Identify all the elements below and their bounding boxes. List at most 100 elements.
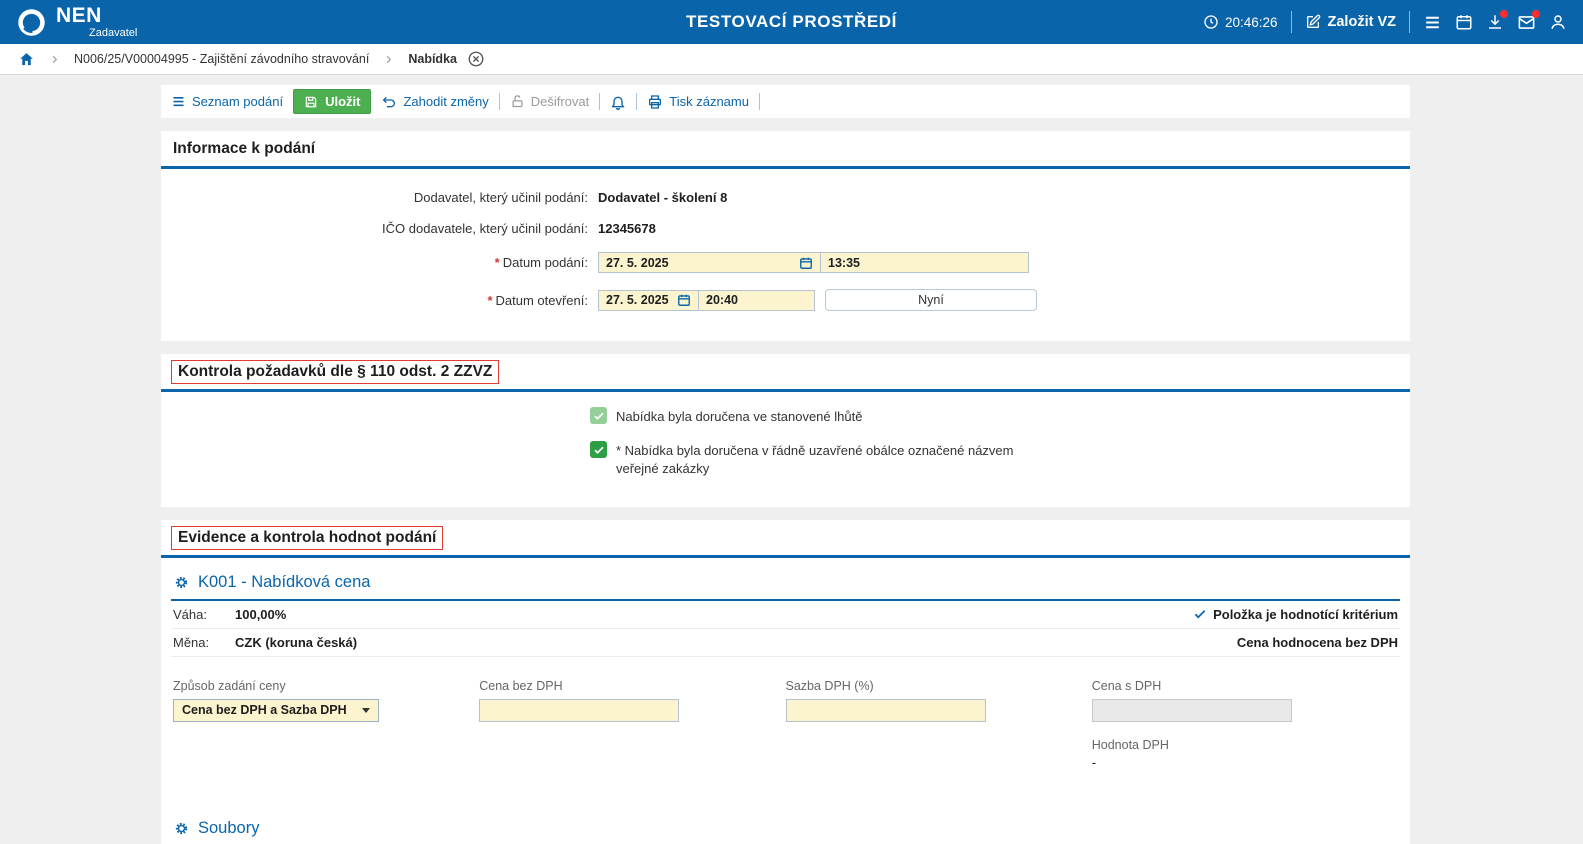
mena-value: CZK (koruna česká): [235, 635, 357, 650]
field-vat-rate: Sazba DPH (%): [786, 679, 1092, 770]
calendar-icon[interactable]: [1455, 13, 1473, 31]
checkbox-label: Nabídka byla doručena ve stanovené lhůtě: [616, 407, 862, 426]
notification-dot: [1500, 10, 1508, 18]
price-with-vat-label: Cena s DPH: [1092, 679, 1398, 693]
session-clock: 20:46:26: [1203, 14, 1278, 30]
undo-icon: [381, 94, 397, 110]
calendar-small-icon[interactable]: [799, 256, 813, 270]
decrypt-button[interactable]: Dešifrovat: [510, 94, 590, 109]
time-opened-input[interactable]: 20:40: [699, 290, 815, 311]
date-submitted-label: *Datum podání:: [161, 255, 598, 270]
calendar-small-icon[interactable]: [677, 293, 691, 307]
section-kontrola-pozadavku: Kontrola požadavků dle § 110 odst. 2 ZZV…: [161, 354, 1410, 507]
checkbox-delivered-on-time[interactable]: [590, 407, 607, 424]
checkbox-label: * Nabídka byla doručena v řádně uzavřené…: [616, 441, 1021, 478]
close-circle-icon[interactable]: [467, 50, 485, 68]
list-icon: [171, 94, 186, 109]
section-title-bar: Evidence a kontrola hodnot podání: [161, 520, 1410, 558]
create-vz-label: Založit VZ: [1328, 14, 1396, 30]
price-mode-label: Způsob zadání ceny: [173, 679, 479, 693]
print-record-button[interactable]: Tisk záznamu: [647, 94, 749, 110]
submissions-list-button[interactable]: Seznam podání: [171, 94, 283, 109]
files-header: Soubory: [171, 816, 1400, 844]
price-without-vat-label: Cena bez DPH: [479, 679, 785, 693]
top-bar: NEN Zadavatel TESTOVACÍ PROSTŘEDÍ 20:46:…: [0, 0, 1583, 44]
price-mode-value: Cena bez DPH a Sazba DPH: [182, 703, 347, 717]
vaha-value: 100,00%: [235, 607, 286, 622]
divider: [636, 93, 637, 110]
time-opened-value: 20:40: [706, 293, 738, 307]
divider: [759, 93, 760, 110]
download-icon[interactable]: [1486, 13, 1504, 31]
price-without-vat-input[interactable]: [479, 699, 679, 722]
create-vz-button[interactable]: Založit VZ: [1305, 14, 1396, 30]
vat-mode-label: Cena hodnocena bez DPH: [1237, 635, 1398, 650]
required-asterisk: *: [495, 255, 500, 270]
check-row-sealed-envelope: * Nabídka byla doručena v řádně uzavřené…: [590, 441, 1410, 478]
menu-icon[interactable]: [1423, 13, 1442, 32]
form-row-supplier: Dodavatel, který učinil podání: Dodavate…: [161, 190, 1410, 205]
required-asterisk: *: [487, 293, 492, 308]
price-with-vat-input: [1092, 699, 1292, 722]
date-submitted-input[interactable]: 27. 5. 2025: [598, 252, 821, 273]
page: NEN Zadavatel TESTOVACÍ PROSTŘEDÍ 20:46:…: [0, 0, 1583, 844]
divider: [1409, 11, 1410, 33]
price-mode-select[interactable]: Cena bez DPH a Sazba DPH: [173, 699, 379, 722]
criterion-badge-label: Položka je hodnotící kritérium: [1213, 607, 1398, 622]
home-icon[interactable]: [18, 51, 35, 68]
supplier-value: Dodavatel - školení 8: [598, 190, 727, 205]
divider: [599, 93, 600, 110]
decrypt-label: Dešifrovat: [531, 94, 590, 109]
ico-value: 12345678: [598, 221, 656, 236]
form-row-ico: IČO dodavatele, který učinil podání: 123…: [161, 221, 1410, 236]
field-price-without-vat: Cena bez DPH: [479, 679, 785, 770]
time-submitted-input[interactable]: 13:35: [821, 252, 1029, 273]
breadcrumb: N006/25/V00004995 - Zajištění závodního …: [0, 44, 1583, 75]
discard-changes-button[interactable]: Zahodit změny: [381, 94, 488, 110]
breadcrumb-contract[interactable]: N006/25/V00004995 - Zajištění závodního …: [74, 52, 369, 66]
gear-icon: [173, 820, 190, 837]
session-time: 20:46:26: [1225, 15, 1278, 30]
criterion-title: K001 - Nabídková cena: [198, 573, 370, 592]
brand-name: NEN: [56, 5, 137, 26]
ico-label: IČO dodavatele, který učinil podání:: [161, 221, 598, 236]
notifications-button[interactable]: [610, 94, 626, 110]
user-icon[interactable]: [1549, 13, 1567, 31]
date-opened-label: *Datum otevření:: [161, 293, 598, 308]
save-button[interactable]: Uložit: [293, 89, 371, 114]
row-mena: Měna: CZK (koruna česká) Cena hodnocena …: [171, 629, 1400, 657]
save-icon: [304, 95, 318, 109]
divider: [499, 93, 500, 110]
now-button[interactable]: Nyní: [825, 289, 1037, 311]
files-title: Soubory: [198, 819, 259, 838]
vat-rate-label: Sazba DPH (%): [786, 679, 1092, 693]
section-title: Informace k podání: [161, 131, 1410, 169]
printer-icon: [647, 94, 663, 110]
nen-logo[interactable]: NEN Zadavatel: [16, 5, 137, 39]
vat-mode-badge: Cena hodnocena bez DPH: [1237, 635, 1398, 650]
form-row-date-submitted: *Datum podání: 27. 5. 2025 13:35: [161, 252, 1410, 273]
lock-icon: [510, 94, 525, 109]
date-opened-value: 27. 5. 2025: [606, 293, 669, 307]
date-opened-input[interactable]: 27. 5. 2025: [598, 290, 699, 311]
vat-amount-value: -: [1092, 755, 1398, 770]
breadcrumb-current[interactable]: Nabídka: [408, 52, 457, 66]
nen-logo-icon: [16, 7, 47, 38]
check-row-delivered-on-time: Nabídka byla doručena ve stanovené lhůtě: [590, 407, 1410, 426]
clock-icon: [1203, 14, 1219, 30]
vaha-label: Váha:: [173, 607, 235, 622]
topbar-actions: 20:46:26 Založit VZ: [1203, 11, 1567, 33]
date-submitted-value: 27. 5. 2025: [606, 256, 669, 270]
supplier-label: Dodavatel, který učinil podání:: [161, 190, 598, 205]
vat-rate-input[interactable]: [786, 699, 986, 722]
vat-amount-label: Hodnota DPH: [1092, 738, 1398, 752]
section-informace-k-podani: Informace k podání Dodavatel, který učin…: [161, 131, 1410, 341]
section-title-annotated: Kontrola požadavků dle § 110 odst. 2 ZZV…: [171, 360, 499, 384]
criterion-k001: K001 - Nabídková cena Váha: 100,00% Polo…: [161, 558, 1410, 844]
mail-icon[interactable]: [1517, 13, 1536, 32]
section-title-annotated: Evidence a kontrola hodnot podání: [171, 526, 443, 550]
discard-changes-label: Zahodit změny: [403, 94, 488, 109]
section-title-bar: Kontrola požadavků dle § 110 odst. 2 ZZV…: [161, 354, 1410, 392]
criterion-header: K001 - Nabídková cena: [171, 570, 1400, 601]
checkbox-sealed-envelope[interactable]: [590, 441, 607, 458]
